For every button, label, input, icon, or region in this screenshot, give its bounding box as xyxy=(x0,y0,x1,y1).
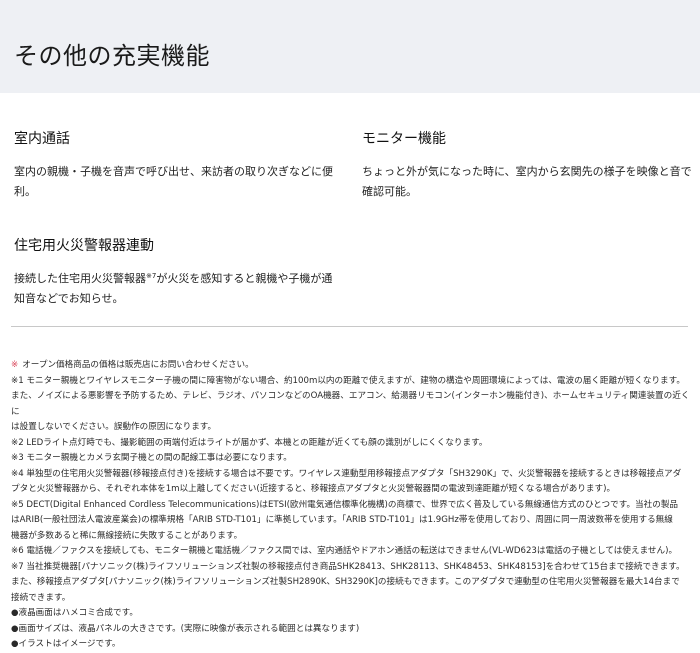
footnote-line: また、ノイズによる悪影響を予防するため、テレビ、ラジオ、パソコンなどのOA機器、… xyxy=(11,391,690,417)
footnote-line: ※ オープン価格商品の価格は販売店にお問い合わせください。 xyxy=(11,358,691,374)
feature-title: 室内通話 xyxy=(14,131,70,147)
header-band: その他の充実機能 xyxy=(0,0,700,93)
feature-fire-alarm-link: 住宅用火災警報器連動 接続した住宅用火災警報器※7が火災を感知すると親機や子機が… xyxy=(14,235,354,309)
footnote-line: ※1 モニター親機とワイヤレスモニター子機の間に障害物がない場合、約100m以内… xyxy=(11,375,685,386)
footnote-ref: ※7 xyxy=(146,272,157,280)
footnotes-list: ※ オープン価格商品の価格は販売店にお問い合わせください。 ※1 モニター親機とワ… xyxy=(11,358,691,653)
feature-description: ちょっと外が気になった時に、室内から玄関先の様子を映像と音で 確認可能。 xyxy=(362,162,692,202)
footnote-line: ●液晶画面はハメコミ合成です。 xyxy=(11,608,138,618)
feature-description-text: が火災を感知すると親機や子機が通 xyxy=(156,272,333,285)
feature-title: 住宅用火災警報器連動 xyxy=(14,238,154,254)
footnote-line: 機器が多数あると稀に無線接続に失敗することがあります。 xyxy=(11,530,243,541)
feature-description-text: 接続した住宅用火災警報器 xyxy=(14,272,146,285)
feature-description: 室内の親機・子機を音声で呼び出せ、来訪者の取り次ぎなどに便利。 xyxy=(14,165,333,198)
feature-description-text: 知音などでお知らせ。 xyxy=(14,292,124,305)
feature-title: モニター機能 xyxy=(362,131,446,147)
footnote-line: ※5 DECT(Digital Enhanced Cordless Teleco… xyxy=(11,499,679,510)
footnote-line: はARIB(一般社団法人電波産業会)の標準規格「ARIB STD-T101」に準… xyxy=(11,515,673,525)
feature-intercom: 室内通話 室内の親機・子機を音声で呼び出せ、来訪者の取り次ぎなどに便利。 xyxy=(14,128,344,202)
feature-monitor: モニター機能 ちょっと外が気になった時に、室内から玄関先の様子を映像と音で 確認… xyxy=(362,128,692,202)
footnote-line: ※3 モニター親機とカメラ玄関子機との間の配線工事は必要になります。 xyxy=(11,453,292,463)
footnote-line: ●画面サイズは、液晶パネルの大きさです。(実際に映像が表示される範囲とは異なりま… xyxy=(11,623,360,634)
feature-description-line: 確認可能。 xyxy=(362,185,417,198)
feature-description: 接続した住宅用火災警報器※7が火災を感知すると親機や子機が通 知音などでお知らせ… xyxy=(14,269,354,309)
footnote-line: ※2 LEDライト点灯時でも、撮影範囲の両端付近はライトが届かず、本機との距離が… xyxy=(11,437,488,448)
footnote-line: ※4 単独型の住宅用火災警報器(移報接点付き)を接続する場合は不要です。ワイヤレ… xyxy=(11,468,682,479)
footnote-line: 接続できます。 xyxy=(11,592,71,603)
note-mark: ※ xyxy=(11,360,19,370)
feature-description-line: ちょっと外が気になった時に、室内から玄関先の様子を映像と音で xyxy=(362,165,692,178)
section-divider xyxy=(11,326,688,327)
footnote-text: オープン価格商品の価格は販売店にお問い合わせください。 xyxy=(22,360,254,370)
footnote-line: は設置しないでください。誤動作の原因になります。 xyxy=(11,422,217,432)
footnote-line: プタと火災警報器から、それぞれ本体を1m以上離してください(近接すると、移報接点… xyxy=(11,484,616,494)
footnote-line: ※6 電話機／ファクスを接続しても、モニター親機と電話機／ファクス間では、室内通… xyxy=(11,546,678,556)
footnote-line: ※7 当社推奨機器[パナソニック(株)ライフソリューションズ社製の移報接点付き商… xyxy=(11,561,685,572)
page-title: その他の充実機能 xyxy=(14,42,210,70)
footnote-line: ●イラストはイメージです。 xyxy=(11,639,121,649)
footnote-line: また、移報接点アダプタ[パナソニック(株)ライフソリューションズ社製SH2890… xyxy=(11,577,680,587)
